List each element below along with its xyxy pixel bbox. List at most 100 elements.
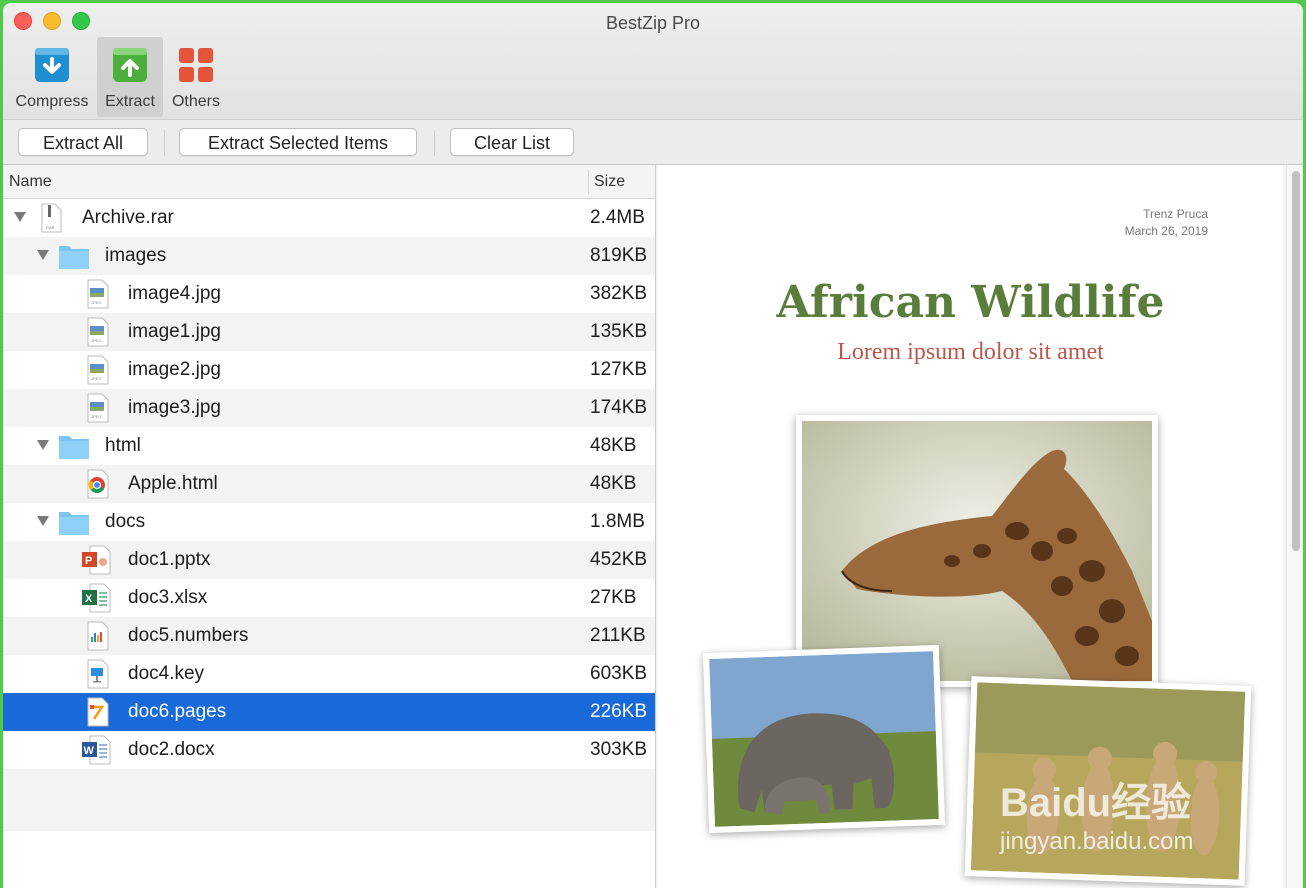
clear-list-button[interactable]: Clear List — [450, 128, 574, 156]
document-title: African Wildlife — [776, 277, 1165, 328]
file-name: doc2.docx — [128, 739, 215, 760]
watermark-logo: Baidu经验 — [1000, 781, 1192, 825]
list-row-doc3[interactable]: X doc3.xlsx 27KB — [3, 579, 655, 617]
file-name: docs — [105, 511, 146, 532]
folder-icon — [59, 246, 89, 269]
giraffe-photo — [796, 415, 1158, 687]
jpeg-icon: JPEG — [87, 279, 109, 309]
list-row-docs[interactable]: docs 1.8MB — [3, 503, 655, 541]
giraffe-image — [802, 421, 1152, 681]
list-row-image2[interactable]: JPEG image2.jpg 127KB — [3, 351, 655, 389]
numbers-icon — [87, 621, 109, 651]
disclosure-triangle-icon[interactable] — [37, 440, 49, 450]
svg-text:X: X — [85, 593, 93, 605]
file-name: images — [105, 245, 167, 266]
compress-icon — [35, 48, 69, 82]
file-size: 48KB — [590, 435, 637, 456]
disclosure-triangle-icon[interactable] — [37, 250, 49, 260]
app-window: BestZip Pro Compress Extract Others Extr… — [3, 3, 1303, 888]
file-size: 603KB — [590, 663, 648, 684]
compress-label: Compress — [15, 93, 89, 110]
file-size: 819KB — [590, 245, 648, 266]
extract-tool-button[interactable]: Extract — [97, 37, 163, 117]
compress-tool-button[interactable]: Compress — [11, 37, 93, 117]
pages-icon — [87, 697, 109, 727]
file-size: 382KB — [590, 283, 648, 304]
file-name: image2.jpg — [128, 359, 221, 380]
file-size: 135KB — [590, 321, 648, 342]
file-list[interactable]: Name Size RAR Archive.rar 2.4MB images 8… — [3, 165, 656, 888]
preview-scrollbar[interactable] — [1286, 165, 1303, 888]
list-row-html[interactable]: html 48KB — [3, 427, 655, 465]
separator — [164, 130, 165, 156]
elephant-photo — [702, 644, 946, 834]
others-label: Others — [171, 93, 220, 110]
list-row-archive[interactable]: RAR Archive.rar 2.4MB — [3, 199, 655, 237]
document-author: Trenz Pruca — [1143, 207, 1208, 221]
svg-text:W: W — [84, 745, 95, 757]
file-name: doc6.pages — [128, 701, 227, 722]
separator — [434, 130, 435, 156]
svg-text:JPEG: JPEG — [91, 300, 101, 305]
jpeg-icon: JPEG — [87, 393, 109, 423]
file-size: 211KB — [590, 625, 646, 646]
title-bar: BestZip Pro Compress Extract Others — [3, 3, 1303, 120]
list-row-doc2[interactable]: W doc2.docx 303KB — [3, 731, 655, 769]
scrollbar-thumb[interactable] — [1292, 171, 1300, 551]
excel-icon: X — [82, 583, 111, 613]
list-row-image3[interactable]: JPEG image3.jpg 174KB — [3, 389, 655, 427]
jpeg-icon: JPEG — [87, 317, 109, 347]
file-size: 2.4MB — [590, 207, 645, 228]
list-row-images[interactable]: images 819KB — [3, 237, 655, 275]
name-column-header[interactable]: Name — [9, 173, 52, 191]
column-divider[interactable] — [588, 170, 589, 194]
file-size: 174KB — [590, 397, 648, 418]
list-row-apple-html[interactable]: Apple.html 48KB — [3, 465, 655, 503]
jpeg-icon: JPEG — [87, 355, 109, 385]
window-title: BestZip Pro — [605, 13, 701, 33]
disclosure-triangle-icon[interactable] — [37, 516, 49, 526]
file-size: 226KB — [590, 701, 648, 722]
chrome-icon — [87, 469, 109, 499]
file-name: doc1.pptx — [128, 549, 211, 570]
document-subtitle: Lorem ipsum dolor sit amet — [837, 339, 1104, 365]
action-bar: Extract All Extract Selected Items Clear… — [3, 120, 1303, 165]
file-name: image3.jpg — [128, 397, 221, 418]
watermark-url: jingyan.baidu.com — [1000, 828, 1194, 855]
empty-row — [3, 769, 655, 831]
size-column-header[interactable]: Size — [594, 173, 625, 191]
file-name: doc3.xlsx — [128, 587, 208, 608]
file-size: 27KB — [590, 587, 637, 608]
list-row-image1[interactable]: JPEG image1.jpg 135KB — [3, 313, 655, 351]
file-name: Archive.rar — [82, 207, 174, 228]
file-size: 1.8MB — [590, 511, 645, 532]
extract-all-button[interactable]: Extract All — [18, 128, 148, 156]
file-size: 452KB — [590, 549, 648, 570]
file-size: 303KB — [590, 739, 648, 760]
file-name: html — [105, 435, 141, 456]
extract-icon — [113, 48, 147, 82]
file-size: 127KB — [590, 359, 648, 380]
keynote-icon — [87, 659, 109, 689]
list-row-image4[interactable]: JPEG image4.jpg 382KB — [3, 275, 655, 313]
preview-pane[interactable]: Trenz Pruca March 26, 2019 African Wildl… — [656, 165, 1303, 888]
file-name: image1.jpg — [128, 321, 221, 342]
file-name: Apple.html — [128, 473, 218, 494]
list-row-doc5[interactable]: doc5.numbers 211KB — [3, 617, 655, 655]
list-row-doc4[interactable]: doc4.key 603KB — [3, 655, 655, 693]
svg-text:JPEG: JPEG — [91, 414, 101, 419]
file-name: doc4.key — [128, 663, 205, 684]
others-grid-icon — [179, 48, 213, 82]
extract-selected-button[interactable]: Extract Selected Items — [179, 128, 417, 156]
powerpoint-icon: P — [82, 545, 111, 575]
list-row-doc1[interactable]: P doc1.pptx 452KB — [3, 541, 655, 579]
extract-label: Extract — [105, 93, 155, 110]
disclosure-triangle-icon[interactable] — [14, 212, 26, 222]
svg-text:JPEG: JPEG — [91, 376, 101, 381]
file-name: doc5.numbers — [128, 625, 249, 646]
list-row-doc6[interactable]: doc6.pages 226KB — [3, 693, 655, 731]
others-tool-button[interactable]: Others — [167, 37, 225, 117]
archive-icon: RAR — [41, 203, 62, 233]
list-header: Name Size — [3, 165, 655, 199]
svg-text:P: P — [85, 555, 92, 567]
